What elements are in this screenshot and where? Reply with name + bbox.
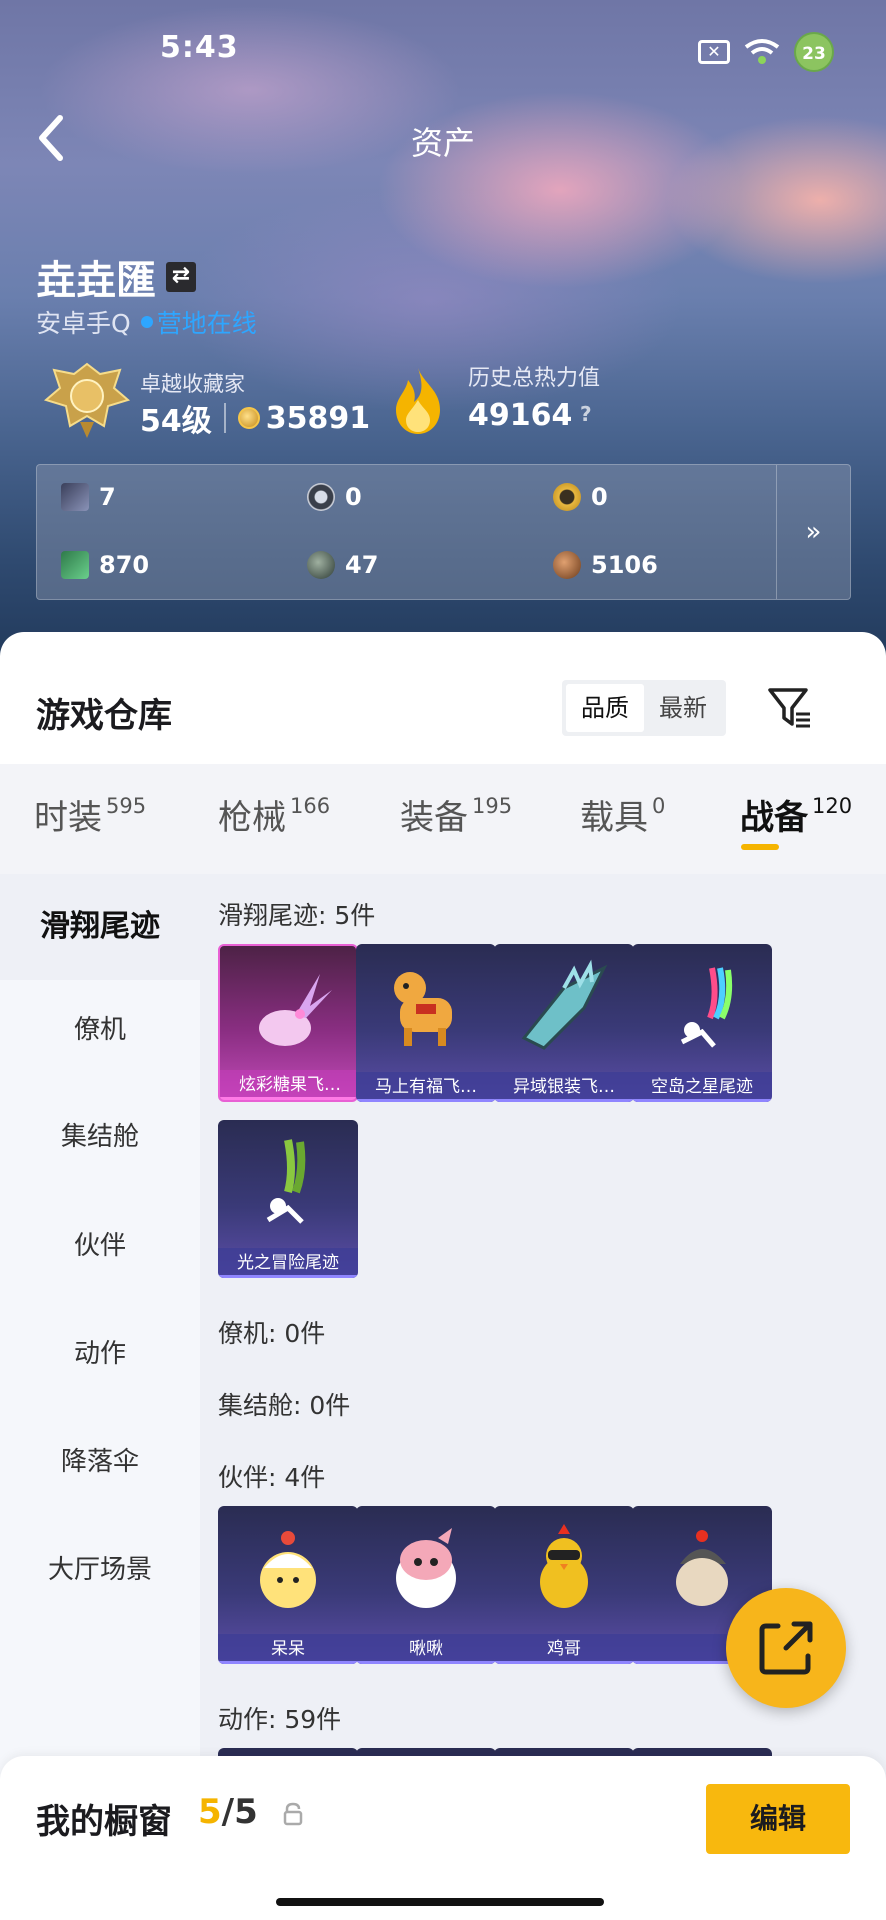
item-card[interactable]: 鸡哥 [494,1506,634,1664]
status-time: 5:43 [160,30,239,65]
rarity-bar [494,1661,634,1664]
card-icon [61,483,89,511]
heat-value: 49164 [468,398,573,433]
section-title-partner: 伙伴: 4件 [218,1463,326,1492]
user-platform: 安卓手Q [36,309,131,338]
rarity-bar [218,1661,358,1664]
rarity-bar [356,1099,496,1102]
currency-item: 47 [307,551,378,579]
collector-title: 卓越收藏家 [140,372,245,396]
side-item-glide-trail[interactable]: 滑翔尾迹 [0,874,200,980]
section-title-glide: 滑翔尾迹: 5件 [218,901,376,930]
item-card[interactable]: 炫彩糖果飞… [218,944,358,1102]
item-card[interactable]: 呆呆 [218,1506,358,1664]
item-card[interactable]: 异域银装飞… [494,944,634,1102]
side-item-wingman[interactable]: 僚机 [0,1009,200,1046]
filter-icon[interactable] [766,684,814,732]
warehouse-title: 游戏仓库 [36,696,172,736]
coin-count: 35891 [265,400,371,436]
rarity-bar [632,1099,772,1102]
showcase-count: 5/5 [198,1792,258,1832]
tab-battle-gear[interactable]: 战备 120 [740,790,852,839]
sim-off-icon: ✕ [698,40,730,64]
currency-item: 0 [553,483,608,511]
ticket-icon [61,551,89,579]
horse-trail-icon [394,972,452,1046]
silver-glider-icon [521,959,608,1050]
item-card[interactable]: 啾啾 [356,1506,496,1664]
wifi-icon [744,39,780,64]
item-card[interactable]: 光之冒险尾迹 [218,1120,358,1278]
orb-icon [307,551,335,579]
bronze-coin-icon [553,551,581,579]
sort-segmented-control: 品质 最新 [562,680,726,736]
currency-panel[interactable]: 7 0 0 870 47 5106 » [36,464,851,600]
divider [223,403,226,433]
asset-header: 5:43 ✕ 23 资产 垚垚匯 ⇄ 安卓手Q 营地在线 卓越收藏家 54级 3… [0,0,886,660]
silver-coin-icon [307,483,335,511]
showcase-bar: 我的橱窗 5/5 编辑 [0,1756,886,1920]
rainbow-trail-icon [680,967,733,1048]
section-title-capsule: 集结舱: 0件 [218,1391,351,1420]
side-item-action[interactable]: 动作 [0,1333,200,1370]
section-title-wingman: 僚机: 0件 [218,1319,326,1348]
side-item-parachute[interactable]: 降落伞 [0,1441,200,1478]
level-row: 54级 35891 [140,396,370,440]
share-icon [759,1621,813,1675]
rarity-bar [494,1099,634,1102]
page-title: 资产 [410,124,475,162]
showcase-title: 我的橱窗 [36,1802,172,1842]
chick-partner-icon [260,1531,316,1608]
currency-item: 5106 [553,551,658,579]
warehouse-sheet: 游戏仓库 品质 最新 时装 595 枪械 166 装备 195 载具 0 战备 120 滑… [0,632,886,1920]
sort-newest-button[interactable]: 最新 [644,684,722,732]
side-item-lobby-scene[interactable]: 大厅场景 [0,1549,200,1586]
lock-icon [283,1802,303,1826]
side-item-capsule[interactable]: 集结舱 [0,1116,200,1153]
section-title-action: 动作: 59件 [218,1705,342,1734]
user-status: 营地在线 [156,309,257,338]
user-platform-row: 安卓手Q 营地在线 [36,304,257,340]
more-currency-button[interactable]: » [776,465,850,599]
sort-quality-button[interactable]: 品质 [566,684,644,732]
user-name: 垚垚匯 [36,258,156,304]
item-card[interactable]: 空岛之星尾迹 [632,944,772,1102]
currency-item: 870 [61,551,149,579]
share-fab-button[interactable] [726,1588,846,1708]
heat-label: 历史总热力值 [468,366,601,391]
collector-level: 54级 [140,404,212,439]
gold-coin-icon [553,483,581,511]
currency-item: 0 [307,483,362,511]
side-item-partner[interactable]: 伙伴 [0,1225,200,1262]
rarity-bar [356,1661,496,1664]
battery-icon: 23 [794,32,834,72]
flame-icon [396,368,440,434]
category-tabs: 时装 595 枪械 166 装备 195 载具 0 战备 120 [0,764,886,874]
tab-fashion[interactable]: 时装 595 [34,790,146,839]
help-icon[interactable]: ? [580,402,592,426]
rarity-bar [218,1275,358,1278]
tab-vehicles[interactable]: 载具 0 [580,790,665,839]
tab-weapons[interactable]: 枪械 166 [218,790,330,839]
switch-account-icon[interactable]: ⇄ [166,262,196,292]
item-card[interactable]: 马上有福飞… [356,944,496,1102]
rooster-partner-icon [540,1524,588,1608]
user-name-row[interactable]: 垚垚匯 ⇄ [36,248,196,306]
tab-equipment[interactable]: 装备 195 [400,790,512,839]
rarity-bar [220,1097,356,1100]
collector-badge-icon [43,362,131,438]
light-adventure-trail-icon [266,1139,306,1224]
active-tab-indicator [741,844,779,850]
pink-bird-partner-icon [396,1528,456,1608]
online-dot-icon [140,316,153,328]
candy-trail-icon [259,974,332,1046]
status-icons: ✕ 23 [698,32,834,72]
edit-button[interactable]: 编辑 [706,1784,850,1854]
home-indicator [276,1898,604,1906]
coin-icon [237,407,260,429]
status-bar: 5:43 ✕ 23 [0,30,886,72]
currency-item: 7 [61,483,116,511]
